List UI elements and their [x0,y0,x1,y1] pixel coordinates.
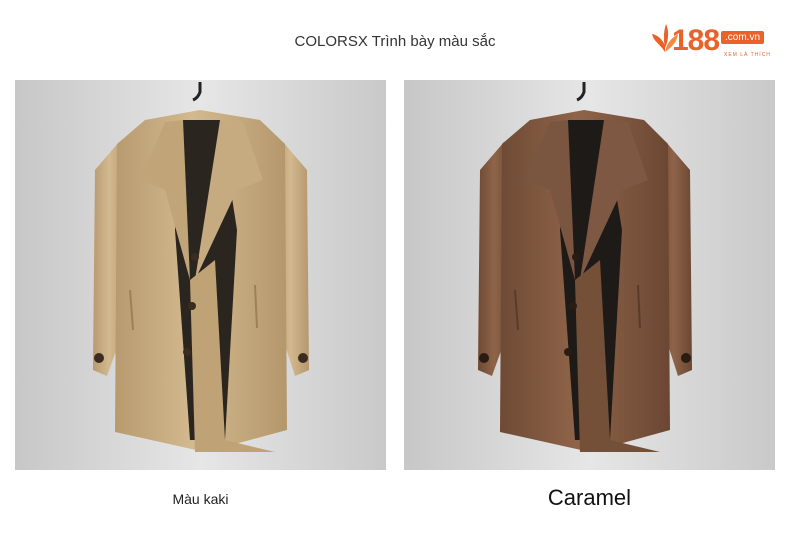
brand-logo[interactable]: 188 .com.vn XEM LÀ THÍCH [650,22,780,74]
logo-tagline: XEM LÀ THÍCH [724,52,771,58]
logo-number: 188 [672,24,720,57]
product-image-caramel[interactable] [404,80,775,470]
caption-caramel: Caramel [547,485,632,510]
logo-domain: .com.vn [721,31,765,44]
caption-khaki: Màu kaki [172,491,229,507]
product-image-khaki[interactable] [15,80,386,470]
